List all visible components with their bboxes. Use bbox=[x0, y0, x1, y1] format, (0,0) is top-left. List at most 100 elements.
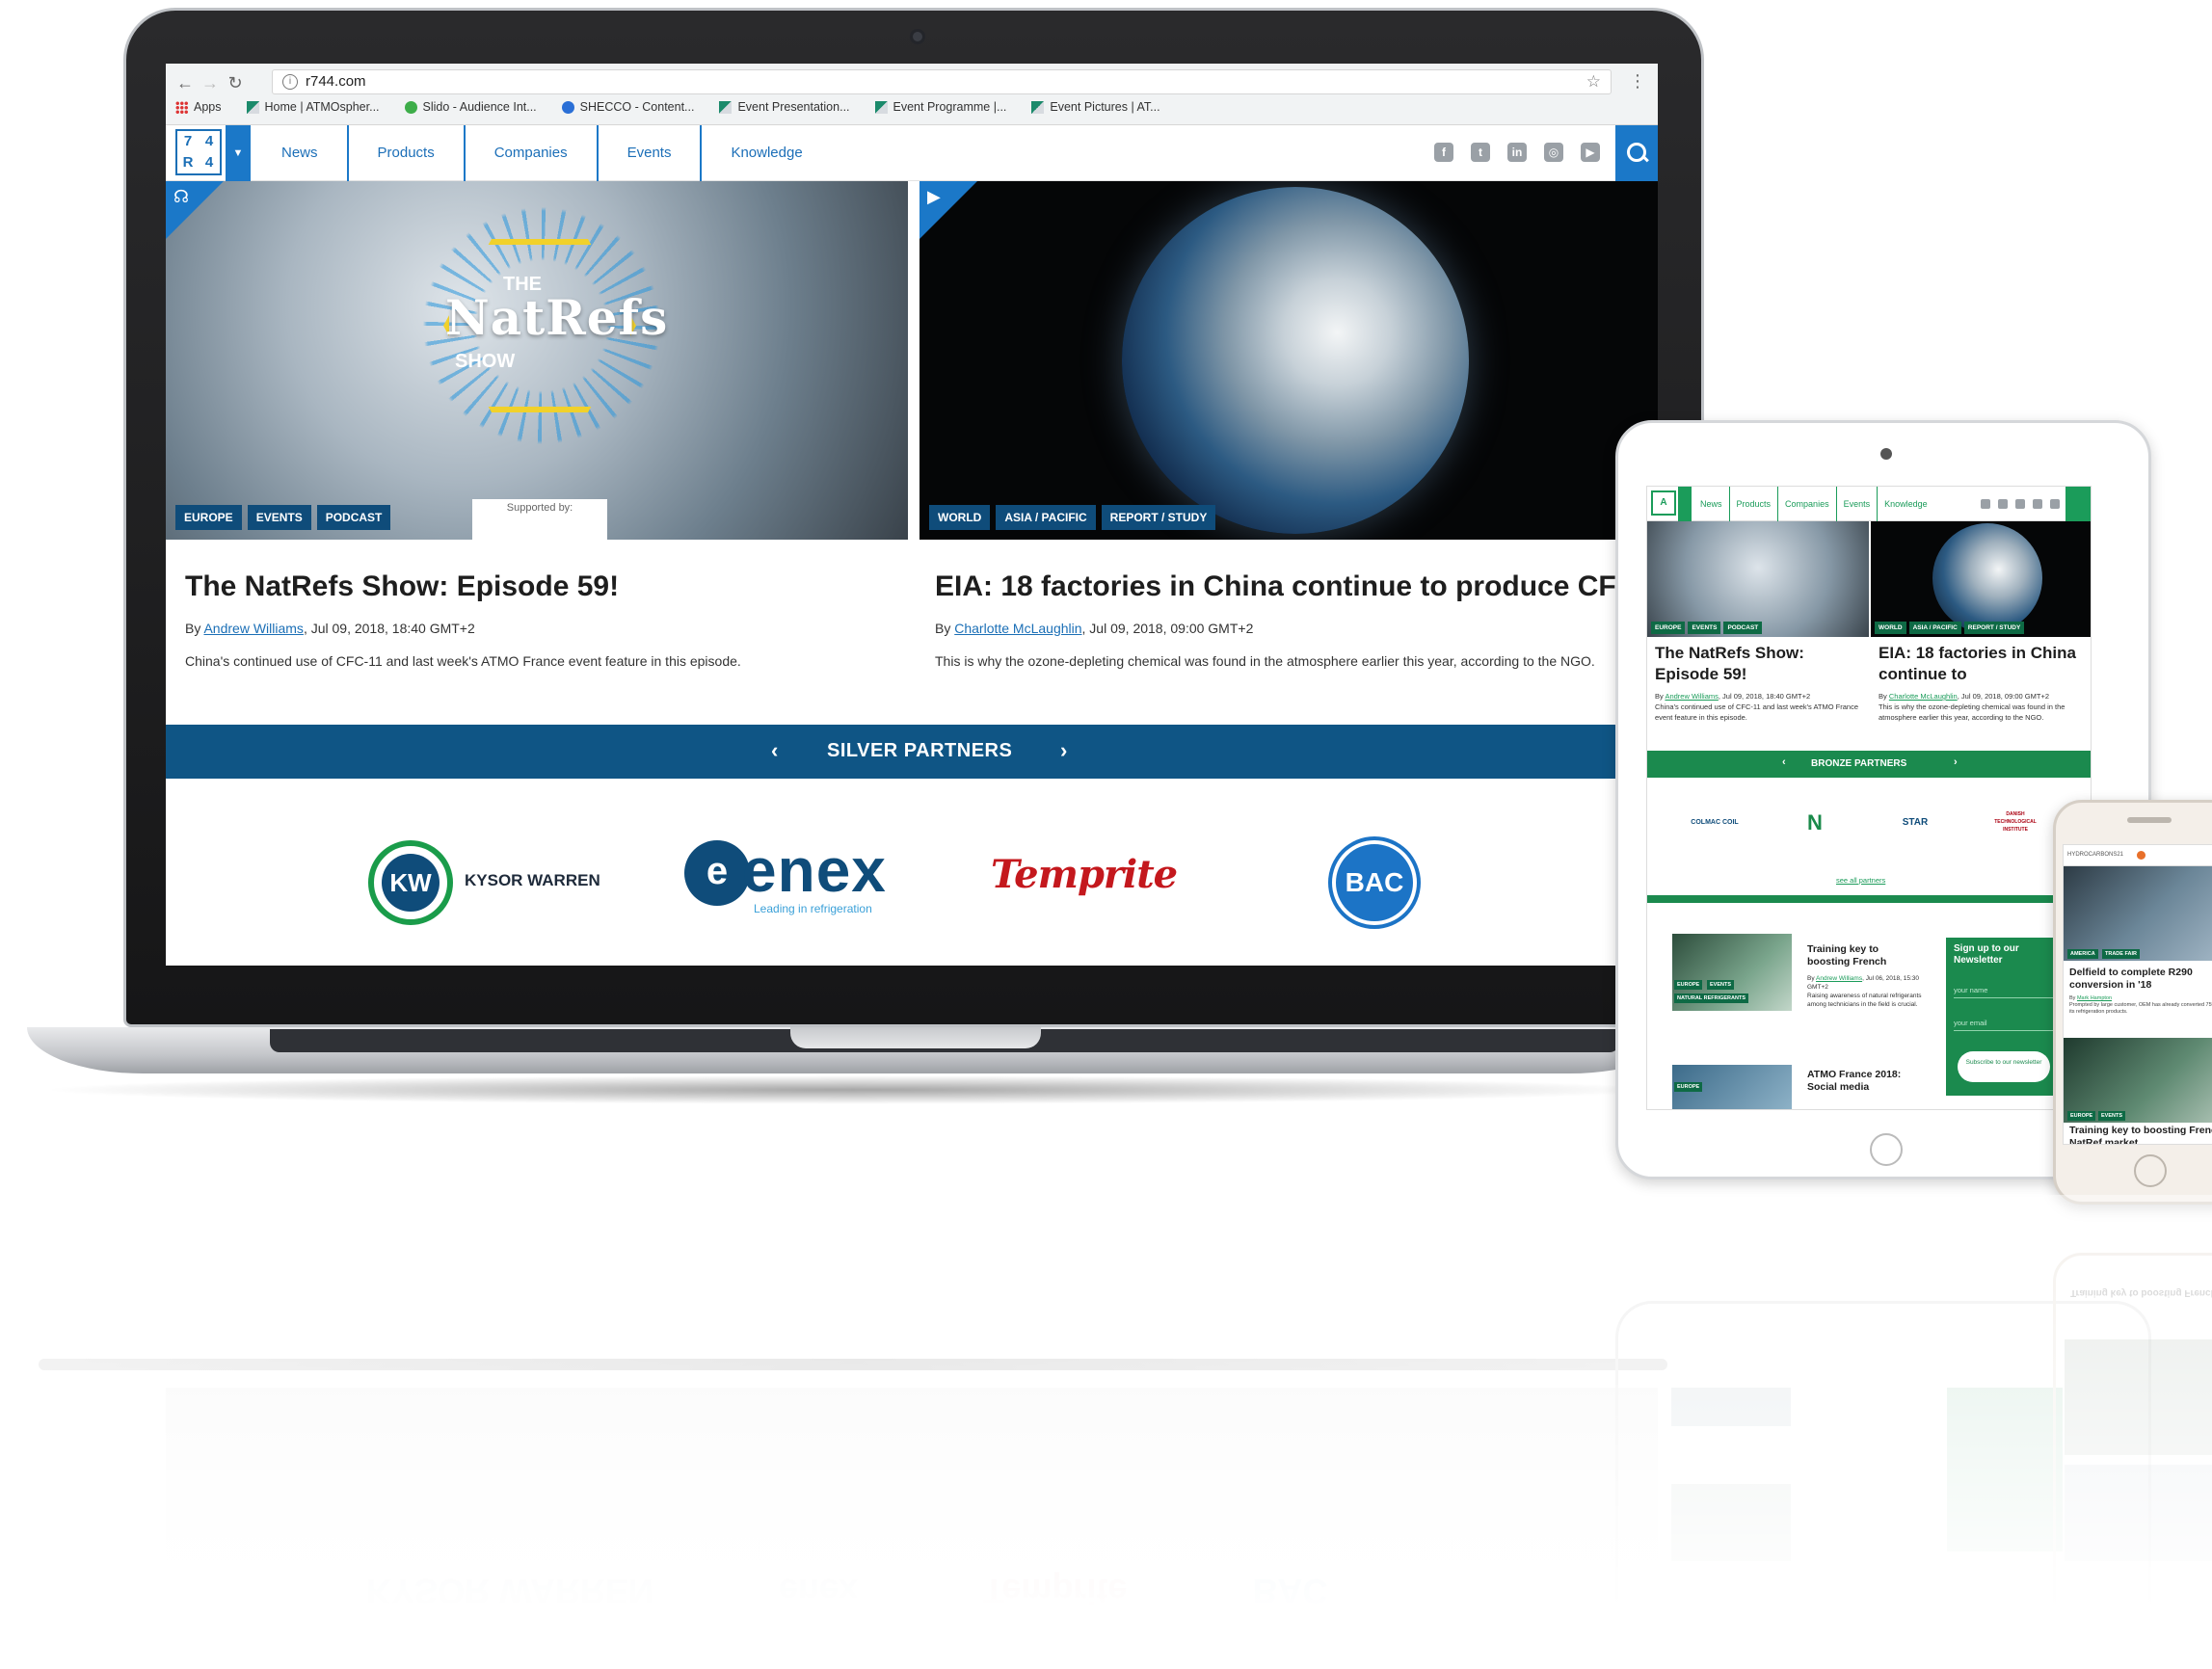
author-link[interactable]: Charlotte McLaughlin bbox=[954, 621, 1081, 636]
partners-prev-icon[interactable]: ‹ bbox=[1782, 756, 1786, 768]
bookmark-event-programme[interactable]: Event Programme |... bbox=[874, 100, 1006, 114]
play-icon: ▶ bbox=[927, 187, 941, 206]
see-all-partners-link[interactable]: see all partners bbox=[1836, 876, 1885, 885]
tablet-news-image-1[interactable]: EUROPE EVENTS NATURAL REFRIGERANTS bbox=[1672, 934, 1792, 1011]
partners-prev-icon[interactable]: ‹ bbox=[771, 738, 778, 763]
facebook-icon[interactable] bbox=[1981, 499, 1990, 509]
partner-n[interactable]: N bbox=[1786, 810, 1844, 835]
tablet-news-image-2[interactable]: EUROPE bbox=[1672, 1065, 1792, 1109]
nav-events[interactable]: Events bbox=[599, 125, 703, 181]
tablet-hero-natrefs[interactable]: EUROPE EVENTS PODCAST bbox=[1647, 521, 1869, 637]
site-switcher-caret-icon[interactable]: ▼ bbox=[226, 125, 251, 181]
partner-dti[interactable]: DANISH TECHNOLOGICAL INSTITUTE bbox=[1986, 810, 2044, 835]
tablet-nav-knowledge[interactable]: Knowledge bbox=[1878, 487, 1934, 521]
browser-chrome: ← → ↻ i r744.com ☆ ⋮ Apps Home | ATMOsph… bbox=[166, 64, 1658, 125]
tablet-title-natrefs[interactable]: The NatRefs Show: Episode 59! bbox=[1655, 643, 1857, 685]
tablet-news-title-2[interactable]: ATMO France 2018: Social media bbox=[1807, 1069, 1923, 1094]
phone-article-title-2[interactable]: Training key to boosting French NatRef m… bbox=[2069, 1125, 2212, 1144]
subscribe-button[interactable]: Subscribe to our newsletter bbox=[1958, 1051, 2050, 1082]
phone-speaker bbox=[2127, 817, 2172, 823]
tablet-nav-news[interactable]: News bbox=[1693, 487, 1730, 521]
partner-temprite[interactable]: Temprite bbox=[991, 852, 1178, 897]
instagram-icon[interactable] bbox=[2033, 499, 2042, 509]
apps-grid-icon bbox=[175, 100, 188, 114]
youtube-icon[interactable]: ▶ bbox=[1581, 143, 1600, 162]
tag-world[interactable]: WORLD bbox=[929, 505, 991, 530]
slido-favicon-icon bbox=[404, 100, 417, 114]
r744-logo[interactable]: 7 4 R 4 bbox=[175, 129, 222, 175]
youtube-icon[interactable] bbox=[2050, 499, 2060, 509]
search-icon[interactable] bbox=[2065, 487, 2091, 521]
tablet-logo[interactable]: A bbox=[1651, 490, 1676, 516]
tag-report-study[interactable]: REPORT / STUDY bbox=[1101, 505, 1216, 530]
instagram-icon[interactable]: ◎ bbox=[1544, 143, 1563, 162]
bookmark-apps[interactable]: Apps bbox=[175, 100, 222, 114]
tablet-nav-companies[interactable]: Companies bbox=[1778, 487, 1837, 521]
bookmark-event-presentation[interactable]: Event Presentation... bbox=[719, 100, 850, 114]
article-title-natrefs[interactable]: The NatRefs Show: Episode 59! bbox=[185, 570, 619, 603]
article-title-eia[interactable]: EIA: 18 factories in China continue to p… bbox=[935, 570, 1637, 603]
tablet-hero-earth[interactable]: WORLD ASIA / PACIFIC REPORT / STUDY bbox=[1871, 521, 2091, 637]
hero-natrefs-image[interactable]: THE NatRefs SHOW Supported by: ☊ EUROPE … bbox=[166, 181, 908, 540]
nav-knowledge[interactable]: Knowledge bbox=[702, 125, 831, 181]
tag-europe[interactable]: EUROPE bbox=[175, 505, 242, 530]
tablet-caret[interactable] bbox=[1678, 487, 1692, 521]
phone-article-image-1[interactable]: AMERICA TRADE FAIR bbox=[2064, 866, 2212, 961]
tablet-left-tags: EUROPE EVENTS PODCAST bbox=[1651, 622, 1763, 634]
phone-article-image-2[interactable]: EUROPE EVENTS bbox=[2064, 1038, 2212, 1123]
twitter-icon[interactable]: t bbox=[1471, 143, 1490, 162]
linkedin-icon[interactable]: in bbox=[1507, 143, 1527, 162]
forward-icon[interactable]: → bbox=[199, 73, 222, 93]
partner-star[interactable]: STAR bbox=[1886, 810, 1944, 835]
tablet-title-eia[interactable]: EIA: 18 factories in China continue to bbox=[1879, 643, 2085, 685]
bookmark-star-icon[interactable]: ☆ bbox=[1586, 72, 1601, 92]
phone-site-name[interactable]: HYDROCARBONS21 bbox=[2067, 852, 2123, 858]
facebook-icon[interactable]: f bbox=[1434, 143, 1453, 162]
site-navbar: 7 4 R 4 ▼ News Products Companies Events… bbox=[166, 125, 1658, 181]
partner-colmac[interactable]: COLMAC COIL bbox=[1686, 810, 1744, 835]
signup-name-input[interactable]: your name bbox=[1954, 986, 2054, 998]
article-meta-natrefs: By Andrew Williams, Jul 09, 2018, 18:40 … bbox=[185, 621, 475, 636]
partners-bar: ‹ SILVER PARTNERS › bbox=[166, 725, 1658, 779]
partner-bac[interactable]: BAC bbox=[1332, 840, 1417, 925]
linkedin-icon[interactable] bbox=[2015, 499, 2025, 509]
nav-products[interactable]: Products bbox=[349, 125, 466, 181]
tablet-nav-products[interactable]: Products bbox=[1730, 487, 1779, 521]
nav-news[interactable]: News bbox=[253, 125, 349, 181]
phone-screen: HYDROCARBONS21 AMERICA TRADE FAIR Delfie… bbox=[2063, 844, 2212, 1145]
partners-next-icon[interactable]: › bbox=[1954, 756, 1958, 768]
bookmark-shecco-content[interactable]: SHECCO - Content... bbox=[561, 100, 694, 114]
hero-earth-image[interactable]: ▶ WORLD ASIA / PACIFIC REPORT / STUDY bbox=[919, 181, 1658, 540]
partner-kysor-warren[interactable]: KW KYSOR WARREN bbox=[368, 840, 609, 927]
info-icon[interactable]: i bbox=[282, 74, 298, 90]
signup-email-input[interactable]: your email bbox=[1954, 1019, 2054, 1031]
twitter-icon[interactable] bbox=[1998, 499, 2008, 509]
address-bar[interactable]: i r744.com ☆ bbox=[272, 69, 1612, 94]
tag-events[interactable]: EVENTS bbox=[247, 505, 311, 530]
enex-logo-mark: e bbox=[684, 840, 750, 906]
phone-article-meta-1: By Mark Hampton Prompted by large custom… bbox=[2069, 995, 2212, 1015]
phone-article-title-1[interactable]: Delfield to complete R290 conversion in … bbox=[2069, 967, 2212, 992]
tag-asia-pacific[interactable]: ASIA / PACIFIC bbox=[996, 505, 1096, 530]
partner-enex[interactable]: e enex Leading in refrigeration bbox=[684, 834, 896, 931]
bookmark-slido[interactable]: Slido - Audience Int... bbox=[404, 100, 537, 114]
tablet-divider bbox=[1647, 895, 2091, 903]
laptop-camera bbox=[910, 29, 925, 44]
bookmark-event-pictures[interactable]: Event Pictures | AT... bbox=[1031, 100, 1160, 114]
enex-tagline: Leading in refrigeration bbox=[754, 902, 872, 915]
nav-companies[interactable]: Companies bbox=[466, 125, 599, 181]
back-icon[interactable]: ← bbox=[173, 73, 197, 93]
tablet-nav-events[interactable]: Events bbox=[1837, 487, 1879, 521]
floor-reflection: KYSOR WARREN enex Temprite BAC Training … bbox=[0, 1195, 2212, 1669]
tablet-news-title-1[interactable]: Training key to boosting French bbox=[1807, 943, 1923, 968]
reload-icon[interactable]: ↻ bbox=[224, 73, 247, 93]
partners-next-icon[interactable]: › bbox=[1060, 738, 1067, 763]
search-button[interactable] bbox=[1615, 125, 1658, 181]
browser-menu-icon[interactable]: ⋮ bbox=[1629, 71, 1646, 92]
main-menu: News Products Companies Events Knowledge bbox=[253, 125, 832, 181]
tag-podcast[interactable]: PODCAST bbox=[316, 505, 391, 530]
author-link[interactable]: Andrew Williams bbox=[203, 621, 303, 636]
bookmark-home[interactable]: Home | ATMOspher... bbox=[246, 100, 380, 114]
menu-dot-icon[interactable] bbox=[2137, 851, 2145, 860]
tablet-news-meta-1: By Andrew Williams, Jul 06, 2018, 15:30 … bbox=[1807, 975, 1922, 1008]
